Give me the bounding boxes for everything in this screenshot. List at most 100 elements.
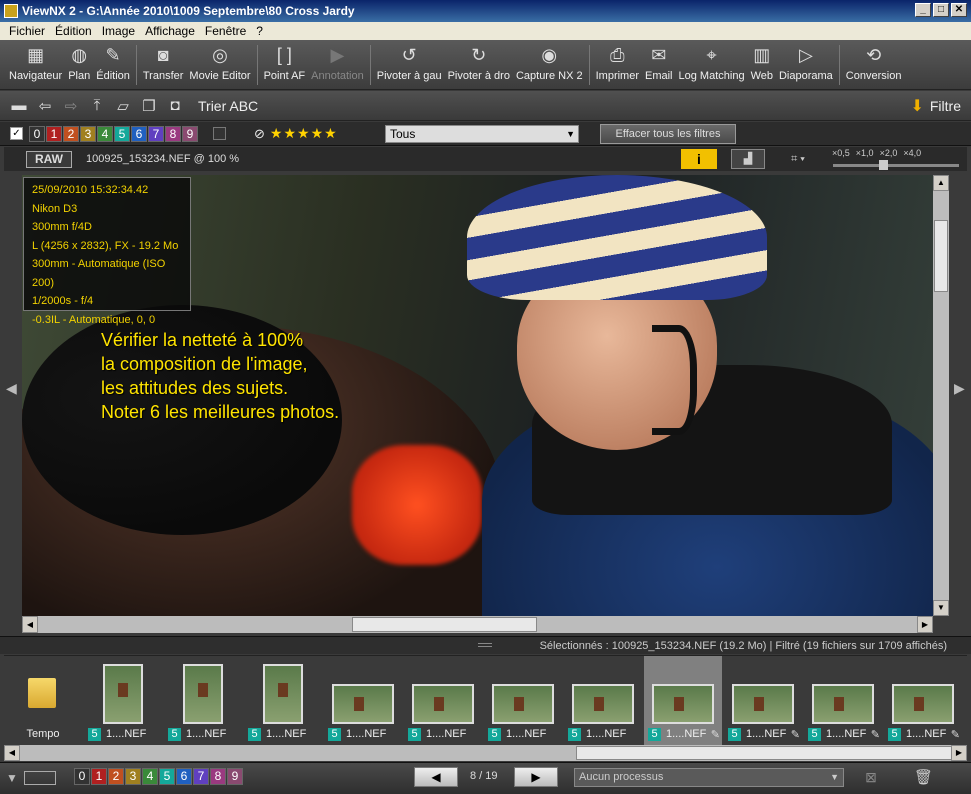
copy-icon[interactable]: ❐ bbox=[138, 96, 160, 116]
thumbnail-item[interactable]: 5 1....NEF bbox=[564, 656, 642, 746]
no-rating-icon[interactable]: ⊘ bbox=[254, 126, 265, 142]
filter-button[interactable]: ⬇ Filtre bbox=[910, 96, 961, 116]
menu-affichage[interactable]: Affichage bbox=[140, 24, 200, 38]
thumbnail-item[interactable]: 5 1....NEF bbox=[84, 656, 162, 746]
toolbar-capture-nx-button[interactable]: ◉ Capture NX 2 bbox=[513, 40, 586, 83]
label-filter-checkbox[interactable]: ✓ bbox=[10, 127, 23, 140]
toolbar-globe-button[interactable]: ◍ Plan bbox=[65, 40, 93, 83]
splitter-grip[interactable] bbox=[478, 643, 492, 647]
toolbar-log-matching-button[interactable]: ⌖ Log Matching bbox=[676, 40, 748, 83]
bottom-label-5[interactable]: 5 bbox=[159, 768, 175, 785]
thumbnail-item[interactable]: 5 1....NEF ✎ bbox=[884, 656, 962, 746]
thumbnail-image[interactable] bbox=[332, 684, 394, 724]
toolbar-film-reel-button[interactable]: ◎ Movie Editor bbox=[186, 40, 253, 83]
back-icon[interactable]: ⇦ bbox=[34, 96, 56, 116]
toolbar-rotate-left-button[interactable]: ↺ Pivoter à gau bbox=[374, 40, 445, 83]
toolbar-play-button[interactable]: ▶ Annotation bbox=[308, 40, 367, 83]
filter-dropdown[interactable]: Tous ▼ bbox=[385, 125, 579, 143]
info-button[interactable]: i bbox=[681, 149, 717, 169]
bottom-label-2[interactable]: 2 bbox=[108, 768, 124, 785]
thumbnail-item[interactable]: 5 1....NEF ✎ bbox=[724, 656, 802, 746]
toolbar-af-point-button[interactable]: [ ] Point AF bbox=[261, 40, 309, 83]
star-icon[interactable]: ★ bbox=[283, 125, 296, 142]
filter-label-1[interactable]: 1 bbox=[46, 125, 62, 142]
thumbnail-image[interactable] bbox=[263, 664, 303, 724]
folder-icon[interactable]: ▱ bbox=[112, 96, 134, 116]
thumbnail-image[interactable] bbox=[183, 664, 223, 724]
filter-label-4[interactable]: 4 bbox=[97, 125, 113, 142]
menu-help[interactable]: ? bbox=[251, 24, 268, 38]
camera-small-icon[interactable]: ◘ bbox=[164, 96, 186, 116]
bottom-label-7[interactable]: 7 bbox=[193, 768, 209, 785]
scroll-right-button[interactable]: ▶ bbox=[917, 616, 933, 633]
filter-label-9[interactable]: 9 bbox=[182, 125, 198, 142]
zoom-tick[interactable]: ×4,0 bbox=[903, 148, 921, 158]
rating-filter-checkbox[interactable] bbox=[213, 127, 226, 140]
zoom-tick[interactable]: ×1,0 bbox=[856, 148, 874, 158]
toolbar-printer-button[interactable]: ⎙ Imprimer bbox=[593, 40, 642, 83]
view-mode-icon[interactable] bbox=[23, 771, 56, 785]
vertical-scroll-thumb[interactable] bbox=[934, 220, 948, 292]
scroll-left-button[interactable]: ◀ bbox=[22, 616, 38, 633]
strip-scrollbar[interactable]: ◀ ▶ bbox=[4, 745, 967, 761]
toolbar-navigator-button[interactable]: ▦ Navigateur bbox=[6, 40, 65, 83]
star-icon[interactable]: ★ bbox=[311, 125, 324, 142]
bottom-label-3[interactable]: 3 bbox=[125, 768, 141, 785]
bottom-label-8[interactable]: 8 bbox=[210, 768, 226, 785]
bottom-label-1[interactable]: 1 bbox=[91, 768, 107, 785]
strip-scroll-right-button[interactable]: ▶ bbox=[951, 745, 967, 761]
toolbar-rotate-right-button[interactable]: ↻ Pivoter à dro bbox=[445, 40, 513, 83]
layout-icon[interactable]: ▬ bbox=[8, 96, 30, 116]
histogram-icon[interactable]: ▟ bbox=[731, 149, 765, 169]
strip-scroll-thumb[interactable] bbox=[576, 746, 952, 760]
sort-button[interactable]: Trier ABC bbox=[198, 98, 258, 114]
thumbnail-item[interactable]: 5 1....NEF bbox=[484, 656, 562, 746]
filter-label-3[interactable]: 3 bbox=[80, 125, 96, 142]
forward-icon[interactable]: ⇨ bbox=[60, 96, 82, 116]
process-dropdown[interactable]: Aucun processus ▼ bbox=[574, 768, 844, 787]
clear-filters-button[interactable]: Effacer tous les filtres bbox=[600, 124, 736, 144]
thumbnail-item[interactable]: 5 1....NEF ✎ bbox=[644, 656, 722, 746]
fit-screen-icon[interactable]: ⌗ ▾ bbox=[781, 149, 815, 169]
thumbnail-image[interactable] bbox=[732, 684, 794, 724]
star-icon[interactable]: ★ bbox=[324, 125, 337, 142]
scroll-down-button[interactable]: ▼ bbox=[933, 600, 949, 616]
toolbar-convert-button[interactable]: ⟲ Conversion bbox=[843, 40, 905, 83]
star-icon[interactable]: ★ bbox=[297, 125, 310, 142]
next-button[interactable]: ▶ bbox=[514, 767, 558, 787]
toolbar-slideshow-button[interactable]: ▷ Diaporama bbox=[776, 40, 836, 83]
toolbar-email-button[interactable]: ✉ Email bbox=[642, 40, 676, 83]
thumbnail-image[interactable] bbox=[103, 664, 143, 724]
thumbnail-image[interactable] bbox=[412, 684, 474, 724]
up-folder-icon[interactable]: ⤒ bbox=[86, 96, 108, 116]
thumbnail-item[interactable]: 5 1....NEF bbox=[324, 656, 402, 746]
close-button[interactable]: ✕ bbox=[951, 3, 967, 17]
toolbar-camera-button[interactable]: ◙ Transfer bbox=[140, 40, 187, 83]
zoom-tick[interactable]: ×2,0 bbox=[880, 148, 898, 158]
thumbnail-image[interactable] bbox=[652, 684, 714, 724]
filter-label-0[interactable]: 0 bbox=[29, 125, 45, 142]
folder-item[interactable]: Tempo bbox=[4, 656, 82, 746]
maximize-button[interactable]: □ bbox=[933, 3, 949, 17]
bottom-label-4[interactable]: 4 bbox=[142, 768, 158, 785]
bottom-label-0[interactable]: 0 bbox=[74, 768, 90, 785]
bottom-label-9[interactable]: 9 bbox=[227, 768, 243, 785]
horizontal-scroll-thumb[interactable] bbox=[352, 617, 537, 632]
thumbnail-item[interactable]: 5 1....NEF ✎ bbox=[804, 656, 882, 746]
thumbnail-item[interactable]: 5 1....NEF bbox=[404, 656, 482, 746]
thumbnail-image[interactable] bbox=[572, 684, 634, 724]
filter-label-5[interactable]: 5 bbox=[114, 125, 130, 142]
bottom-label-6[interactable]: 6 bbox=[176, 768, 192, 785]
scroll-up-button[interactable]: ▲ bbox=[933, 175, 949, 191]
zoom-tick[interactable]: ×0,5 bbox=[832, 148, 850, 158]
filter-label-8[interactable]: 8 bbox=[165, 125, 181, 142]
menu-fichier[interactable]: Fichier bbox=[4, 24, 50, 38]
filter-label-6[interactable]: 6 bbox=[131, 125, 147, 142]
thumbnail-item[interactable]: 5 1....NEF bbox=[164, 656, 242, 746]
filter-label-7[interactable]: 7 bbox=[148, 125, 164, 142]
viewer-vertical-scrollbar[interactable]: ▲ ▼ bbox=[933, 175, 949, 616]
minimize-button[interactable]: _ bbox=[915, 3, 931, 17]
thumbnail-image[interactable] bbox=[492, 684, 554, 724]
star-icon[interactable]: ★ bbox=[270, 125, 283, 142]
thumbnail-image[interactable] bbox=[892, 684, 954, 724]
